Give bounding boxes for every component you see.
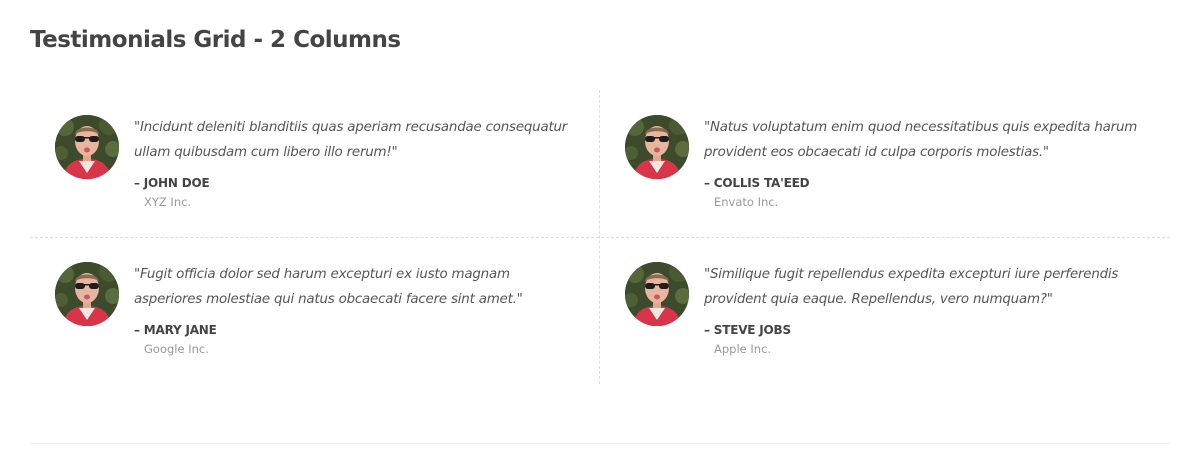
testimonial-company: Google Inc.: [144, 342, 209, 356]
avatar: [55, 262, 119, 326]
testimonial-company: Envato Inc.: [714, 195, 779, 209]
avatar: [625, 115, 689, 179]
testimonial-quote: "Natus voluptatum enim quod necessitatib…: [704, 120, 1138, 160]
testimonial-quote: "Incidunt deleniti blanditiis quas aperi…: [134, 120, 568, 160]
testimonial-card: "Incidunt deleniti blanditiis quas aperi…: [30, 90, 600, 237]
testimonial-author: – JOHN DOE: [134, 176, 210, 190]
testimonials-page: Testimonials Grid - 2 Columns "Incidunt …: [0, 0, 1197, 466]
testimonial-card: "Natus voluptatum enim quod necessitatib…: [600, 90, 1170, 237]
section-divider: [30, 443, 1170, 444]
testimonial-quote: "Fugit officia dolor sed harum excepturi…: [134, 267, 523, 307]
avatar: [625, 262, 689, 326]
testimonial-card: "Similique fugit repellendus expedita ex…: [600, 237, 1170, 384]
testimonial-quote: "Similique fugit repellendus expedita ex…: [704, 267, 1119, 307]
avatar: [55, 115, 119, 179]
testimonial-author: – MARY JANE: [134, 323, 217, 337]
testimonial-company: Apple Inc.: [714, 342, 772, 356]
testimonial-card: "Fugit officia dolor sed harum excepturi…: [30, 237, 600, 384]
testimonial-author: – STEVE JOBS: [704, 323, 791, 337]
testimonial-company: XYZ Inc.: [144, 195, 192, 209]
testimonials-grid: "Incidunt deleniti blanditiis quas aperi…: [30, 90, 1170, 384]
testimonial-author: – COLLIS TA'EED: [704, 176, 810, 190]
page-title: Testimonials Grid - 2 Columns: [30, 27, 401, 53]
